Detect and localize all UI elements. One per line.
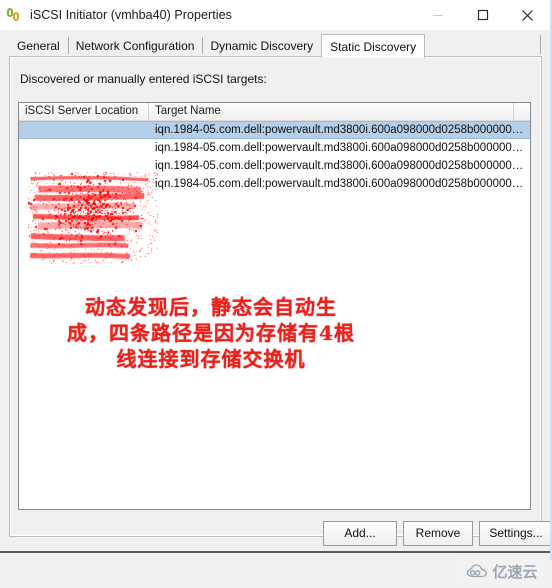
cell-target-name: iqn.1984-05.com.dell:powervault.md3800i.… xyxy=(155,160,524,172)
static-discovery-tab-page: Discovered or manually entered iSCSI tar… xyxy=(9,56,552,546)
close-icon[interactable] xyxy=(505,0,550,30)
button-bar: Add... Remove Settings... xyxy=(11,521,552,551)
cell-target-name: iqn.1984-05.com.dell:powervault.md3800i.… xyxy=(155,142,524,154)
list-rows: iqn.1984-05.com.dell:powervault.md3800i.… xyxy=(19,121,530,193)
list-header-row: iSCSI Server Location Target Name xyxy=(19,103,530,121)
cloud-icon xyxy=(467,564,488,578)
cell-target-name: iqn.1984-05.com.dell:powervault.md3800i.… xyxy=(155,178,524,190)
maximize-icon[interactable] xyxy=(460,0,505,30)
table-row[interactable]: iqn.1984-05.com.dell:powervault.md3800i.… xyxy=(19,121,530,139)
tab-dynamic-discovery[interactable]: Dynamic Discovery xyxy=(202,35,321,57)
cell-target-name: iqn.1984-05.com.dell:powervault.md3800i.… xyxy=(155,124,524,136)
annotation-text: 动态发现后，静态会自动生成，四条路径是因为存储有4根线连接到存储交换机 xyxy=(67,295,355,371)
targets-label: Discovered or manually entered iSCSI tar… xyxy=(20,72,267,86)
table-row[interactable]: iqn.1984-05.com.dell:powervault.md3800i.… xyxy=(19,157,530,175)
tab-general[interactable]: General xyxy=(9,35,68,57)
column-header-server-location[interactable]: iSCSI Server Location xyxy=(19,103,149,120)
title-bar: iSCSI Initiator (vmhba40) Properties xyxy=(0,0,550,30)
iscsi-initiator-properties-dialog: iSCSI Initiator (vmhba40) Properties Gen… xyxy=(0,0,552,553)
iscsi-link-icon xyxy=(7,7,23,23)
tab-page-inner: Discovered or manually entered iSCSI tar… xyxy=(11,58,552,546)
tab-strip: General Network Configuration Dynamic Di… xyxy=(0,31,550,58)
settings-button[interactable]: Settings... xyxy=(479,521,552,546)
remove-button[interactable]: Remove xyxy=(403,521,473,546)
watermark: 亿速云 xyxy=(454,558,550,584)
column-header-spacer xyxy=(514,103,530,120)
tab-strip-divider xyxy=(540,35,541,54)
watermark-text: 亿速云 xyxy=(492,562,538,581)
tab-network-configuration[interactable]: Network Configuration xyxy=(67,35,203,57)
table-row[interactable]: iqn.1984-05.com.dell:powervault.md3800i.… xyxy=(19,139,530,157)
window-controls xyxy=(415,0,550,30)
window-title: iSCSI Initiator (vmhba40) Properties xyxy=(30,8,232,22)
table-row[interactable]: iqn.1984-05.com.dell:powervault.md3800i.… xyxy=(19,175,530,193)
minimize-icon[interactable] xyxy=(415,0,460,30)
tab-static-discovery[interactable]: Static Discovery xyxy=(321,34,426,58)
add-button[interactable]: Add... xyxy=(323,521,397,546)
column-header-target-name[interactable]: Target Name xyxy=(149,103,514,120)
